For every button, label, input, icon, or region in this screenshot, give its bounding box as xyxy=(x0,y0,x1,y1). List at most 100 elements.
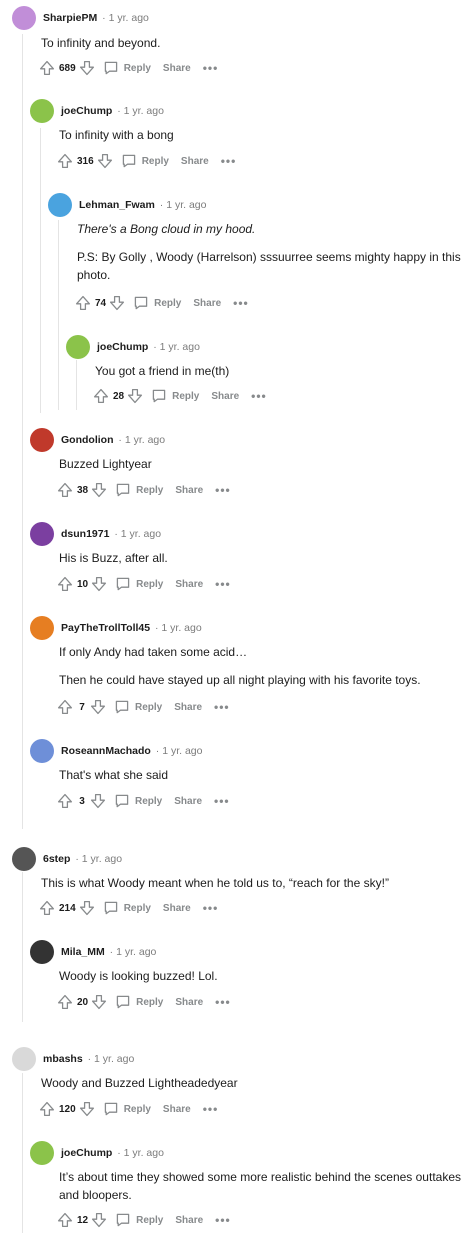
reply-button[interactable]: Reply xyxy=(103,1101,151,1117)
username-link[interactable]: 6step xyxy=(43,853,70,865)
reply-button[interactable]: Reply xyxy=(114,793,162,809)
share-button[interactable]: Share xyxy=(175,485,203,496)
avatar[interactable] xyxy=(30,428,54,452)
thread-line[interactable] xyxy=(40,128,41,413)
timestamp[interactable]: · 1 yr. ago xyxy=(107,946,157,958)
avatar[interactable] xyxy=(48,193,72,217)
avatar[interactable] xyxy=(30,739,54,763)
upvote-icon[interactable] xyxy=(57,793,73,809)
timestamp[interactable]: · 1 yr. ago xyxy=(99,12,149,24)
downvote-icon[interactable] xyxy=(90,793,106,809)
more-options-icon[interactable]: ••• xyxy=(233,296,249,310)
downvote-icon[interactable] xyxy=(79,900,95,916)
reply-button[interactable]: Reply xyxy=(133,295,181,311)
upvote-icon[interactable] xyxy=(93,388,109,404)
timestamp[interactable]: · 1 yr. ago xyxy=(153,745,203,757)
timestamp[interactable]: · 1 yr. ago xyxy=(111,528,161,540)
upvote-icon[interactable] xyxy=(39,1101,55,1117)
upvote-icon[interactable] xyxy=(75,295,91,311)
share-button[interactable]: Share xyxy=(163,1104,191,1115)
downvote-icon[interactable] xyxy=(90,699,106,715)
timestamp[interactable]: · 1 yr. ago xyxy=(85,1053,135,1065)
share-button[interactable]: Share xyxy=(175,579,203,590)
timestamp[interactable]: · 1 yr. ago xyxy=(150,341,200,353)
upvote-icon[interactable] xyxy=(57,1212,73,1228)
downvote-icon[interactable] xyxy=(79,60,95,76)
more-options-icon[interactable]: ••• xyxy=(215,995,231,1009)
share-button[interactable]: Share xyxy=(163,903,191,914)
more-options-icon[interactable]: ••• xyxy=(215,483,231,497)
share-button[interactable]: Share xyxy=(193,298,221,309)
downvote-icon[interactable] xyxy=(127,388,143,404)
more-options-icon[interactable]: ••• xyxy=(214,700,230,714)
downvote-icon[interactable] xyxy=(91,576,107,592)
avatar[interactable] xyxy=(66,335,90,359)
username-link[interactable]: mbashs xyxy=(43,1053,83,1065)
downvote-icon[interactable] xyxy=(91,482,107,498)
share-button[interactable]: Share xyxy=(174,702,202,713)
timestamp[interactable]: · 1 yr. ago xyxy=(72,853,122,865)
more-options-icon[interactable]: ••• xyxy=(203,901,219,915)
avatar[interactable] xyxy=(30,99,54,123)
more-options-icon[interactable]: ••• xyxy=(251,389,267,403)
upvote-icon[interactable] xyxy=(39,60,55,76)
reply-button[interactable]: Reply xyxy=(121,153,169,169)
thread-line[interactable] xyxy=(22,872,23,1022)
downvote-icon[interactable] xyxy=(79,1101,95,1117)
upvote-icon[interactable] xyxy=(57,153,73,169)
avatar[interactable] xyxy=(30,1141,54,1165)
upvote-icon[interactable] xyxy=(57,482,73,498)
downvote-icon[interactable] xyxy=(97,153,113,169)
reply-button[interactable]: Reply xyxy=(103,900,151,916)
downvote-icon[interactable] xyxy=(109,295,125,311)
timestamp[interactable]: · 1 yr. ago xyxy=(152,622,202,634)
more-options-icon[interactable]: ••• xyxy=(215,577,231,591)
upvote-icon[interactable] xyxy=(57,699,73,715)
avatar[interactable] xyxy=(12,6,36,30)
username-link[interactable]: dsun1971 xyxy=(61,528,109,540)
share-button[interactable]: Share xyxy=(175,1215,203,1226)
username-link[interactable]: RoseannMachado xyxy=(61,745,151,757)
share-button[interactable]: Share xyxy=(181,156,209,167)
avatar[interactable] xyxy=(12,847,36,871)
username-link[interactable]: Gondolion xyxy=(61,434,114,446)
more-options-icon[interactable]: ••• xyxy=(214,794,230,808)
timestamp[interactable]: · 1 yr. ago xyxy=(114,1147,164,1159)
username-link[interactable]: joeChump xyxy=(61,1147,112,1159)
thread-line[interactable] xyxy=(22,1073,23,1233)
share-button[interactable]: Share xyxy=(163,63,191,74)
more-options-icon[interactable]: ••• xyxy=(203,61,219,75)
thread-line[interactable] xyxy=(76,360,77,410)
username-link[interactable]: Lehman_Fwam xyxy=(79,199,155,211)
username-link[interactable]: joeChump xyxy=(61,105,112,117)
more-options-icon[interactable]: ••• xyxy=(215,1213,231,1227)
more-options-icon[interactable]: ••• xyxy=(221,154,237,168)
reply-button[interactable]: Reply xyxy=(115,482,163,498)
username-link[interactable]: PayTheTrollToll45 xyxy=(61,622,150,634)
more-options-icon[interactable]: ••• xyxy=(203,1102,219,1116)
upvote-icon[interactable] xyxy=(57,994,73,1010)
share-button[interactable]: Share xyxy=(211,391,239,402)
downvote-icon[interactable] xyxy=(91,994,107,1010)
reply-button[interactable]: Reply xyxy=(151,388,199,404)
reply-button[interactable]: Reply xyxy=(115,576,163,592)
reply-button[interactable]: Reply xyxy=(115,994,163,1010)
upvote-icon[interactable] xyxy=(57,576,73,592)
upvote-icon[interactable] xyxy=(39,900,55,916)
reply-button[interactable]: Reply xyxy=(114,699,162,715)
downvote-icon[interactable] xyxy=(91,1212,107,1228)
reply-button[interactable]: Reply xyxy=(103,60,151,76)
avatar[interactable] xyxy=(30,940,54,964)
avatar[interactable] xyxy=(30,522,54,546)
share-button[interactable]: Share xyxy=(174,796,202,807)
avatar[interactable] xyxy=(30,616,54,640)
timestamp[interactable]: · 1 yr. ago xyxy=(157,199,207,211)
thread-line[interactable] xyxy=(58,220,59,410)
reply-button[interactable]: Reply xyxy=(115,1212,163,1228)
username-link[interactable]: SharpiePM xyxy=(43,12,97,24)
username-link[interactable]: joeChump xyxy=(97,341,148,353)
timestamp[interactable]: · 1 yr. ago xyxy=(114,105,164,117)
username-link[interactable]: Mila_MM xyxy=(61,946,105,958)
avatar[interactable] xyxy=(12,1047,36,1071)
share-button[interactable]: Share xyxy=(175,997,203,1008)
